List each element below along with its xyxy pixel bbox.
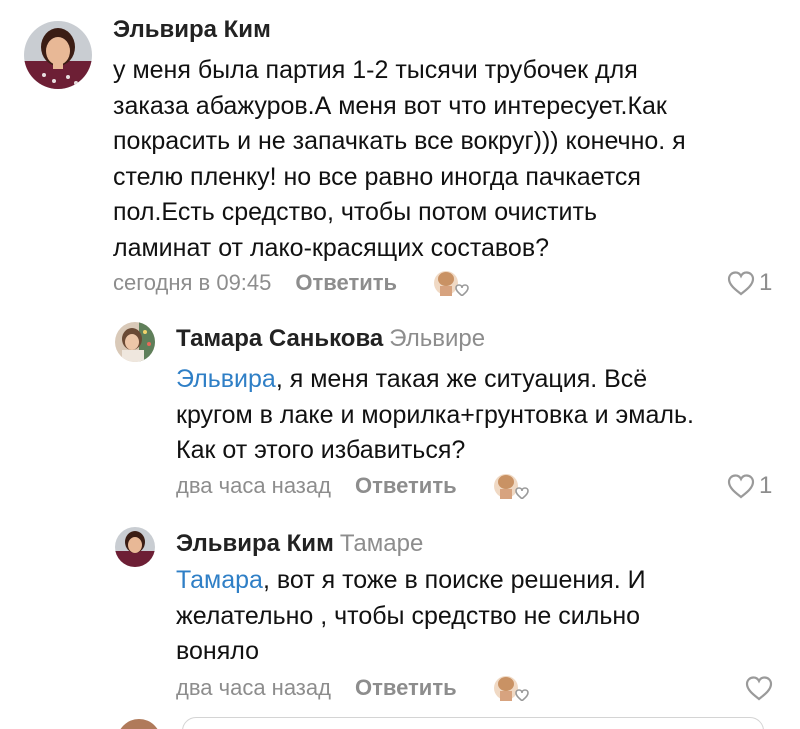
comment-meta: два часа назад Ответить: [176, 469, 531, 503]
comment-text: у меня была партия 1-2 тысячи трубочек д…: [113, 56, 686, 262]
like-button[interactable]: [744, 671, 774, 705]
author-line: Эльвира Ким Тамаре: [176, 529, 423, 559]
reply-to-label[interactable]: Эльвире: [389, 325, 485, 352]
heart-outline-icon: [745, 676, 773, 701]
comment-text: Эльвира, я меня такая же ситуация. Всё к…: [176, 362, 786, 469]
avatar[interactable]: [115, 527, 155, 567]
reply-button[interactable]: Ответить: [295, 270, 397, 296]
react-face-heart-icon[interactable]: [491, 671, 531, 705]
avatar[interactable]: [115, 322, 155, 362]
avatar[interactable]: [24, 21, 92, 89]
react-face-heart-icon[interactable]: [491, 469, 531, 503]
like-count: 1: [759, 472, 773, 499]
timestamp: два часа назад: [176, 473, 331, 498]
timestamp: два часа назад: [176, 675, 331, 700]
author-line: Тамара Санькова Эльвире: [176, 324, 485, 354]
my-avatar: [117, 719, 161, 729]
heart-outline-icon: [727, 474, 755, 499]
timestamp: сегодня в 09:45: [113, 270, 272, 295]
reply-button[interactable]: Ответить: [355, 675, 457, 701]
author-name[interactable]: Эльвира Ким: [176, 530, 334, 557]
comment-input[interactable]: [182, 717, 764, 729]
react-face-heart-icon[interactable]: [431, 266, 471, 300]
reply-to-label[interactable]: Тамаре: [340, 530, 423, 557]
reply-button[interactable]: Ответить: [355, 473, 457, 499]
author-name[interactable]: Эльвира Ким: [113, 16, 271, 43]
mention-link[interactable]: Тамара: [176, 566, 263, 594]
like-count: 1: [759, 269, 773, 296]
comment-meta: два часа назад Ответить: [176, 671, 531, 705]
author-name[interactable]: Тамара Санькова: [176, 325, 383, 352]
author-line: Эльвира Ким: [113, 15, 271, 45]
like-button[interactable]: 1: [726, 266, 772, 300]
mention-link[interactable]: Эльвира: [176, 365, 276, 393]
comment-text: Тамара, вот я тоже в поиске решения. И ж…: [176, 563, 786, 670]
comments-thread: Эльвира Ким у меня была партия 1-2 тысяч…: [0, 0, 800, 729]
like-button[interactable]: 1: [726, 469, 772, 503]
comment-meta: сегодня в 09:45 Ответить: [113, 266, 471, 300]
heart-outline-icon: [727, 271, 755, 296]
